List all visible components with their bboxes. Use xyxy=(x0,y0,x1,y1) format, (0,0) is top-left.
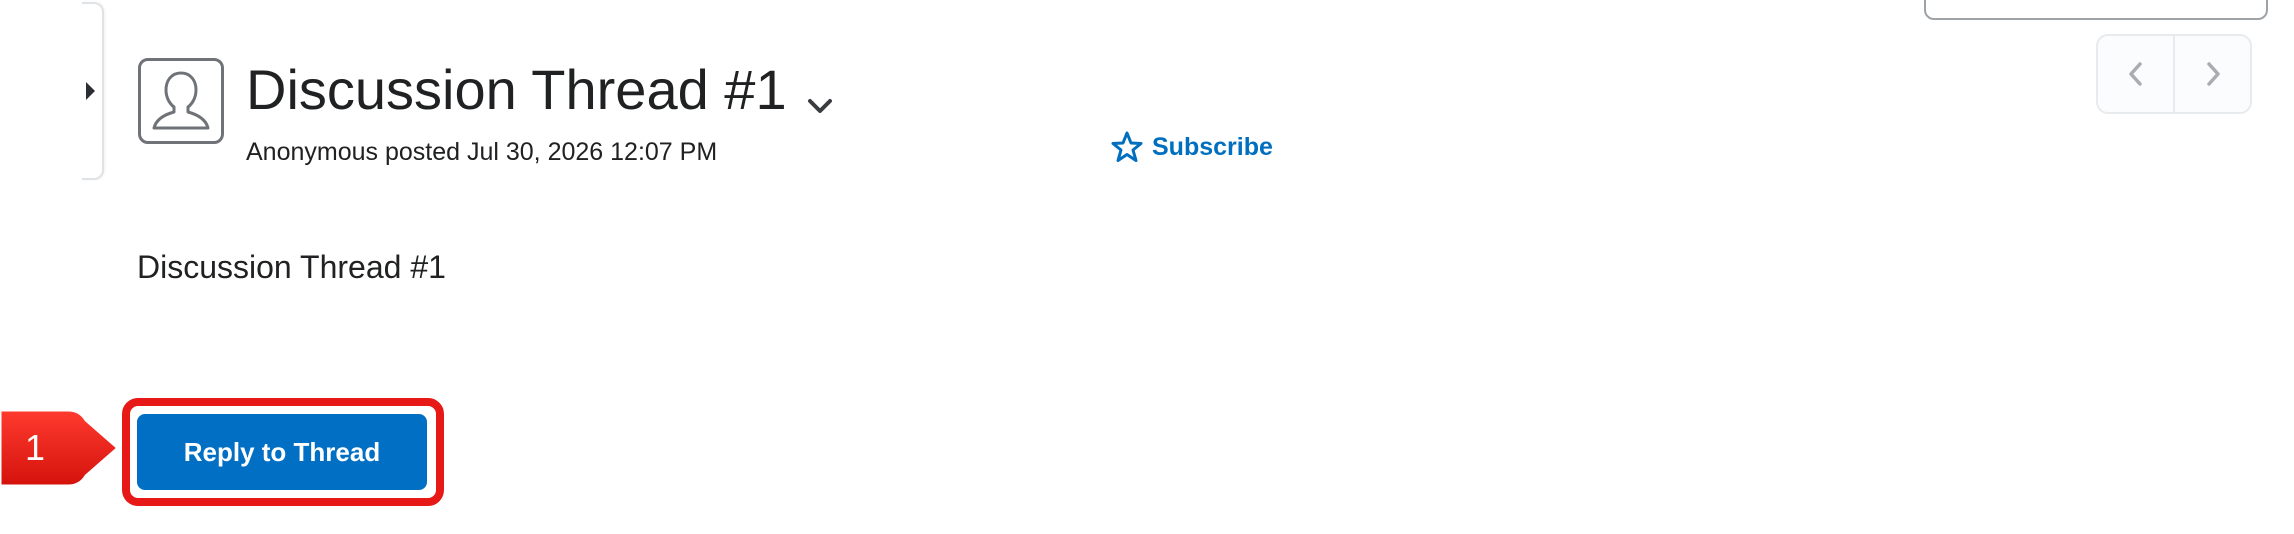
avatar xyxy=(138,58,224,144)
thread-title: Discussion Thread #1 xyxy=(246,58,787,121)
subscribe-link[interactable]: Subscribe xyxy=(1110,130,1273,164)
reply-to-thread-button[interactable]: Reply to Thread xyxy=(137,414,427,490)
star-outline-icon xyxy=(1111,131,1143,162)
chevron-right-icon xyxy=(2206,62,2220,86)
step-number: 1 xyxy=(24,427,46,468)
chevron-down-icon xyxy=(808,99,832,113)
previous-thread-button[interactable] xyxy=(2098,36,2173,112)
thread-navigation xyxy=(2096,34,2252,114)
user-placeholder-icon xyxy=(152,71,210,130)
thread-options-button[interactable] xyxy=(800,92,840,122)
next-thread-button[interactable] xyxy=(2173,36,2250,112)
search-field-edge[interactable] xyxy=(1924,0,2268,20)
subscribe-label: Subscribe xyxy=(1152,132,1273,161)
post-meta: Anonymous posted Jul 30, 2026 12:07 PM xyxy=(246,138,718,166)
thread-body: Discussion Thread #1 xyxy=(137,249,446,285)
caret-right-icon xyxy=(86,82,95,100)
side-panel-toggle[interactable] xyxy=(82,2,104,180)
discussion-page: Discussion Thread #1 Anonymous posted Ju… xyxy=(0,0,2294,534)
chevron-left-icon xyxy=(2128,62,2142,86)
